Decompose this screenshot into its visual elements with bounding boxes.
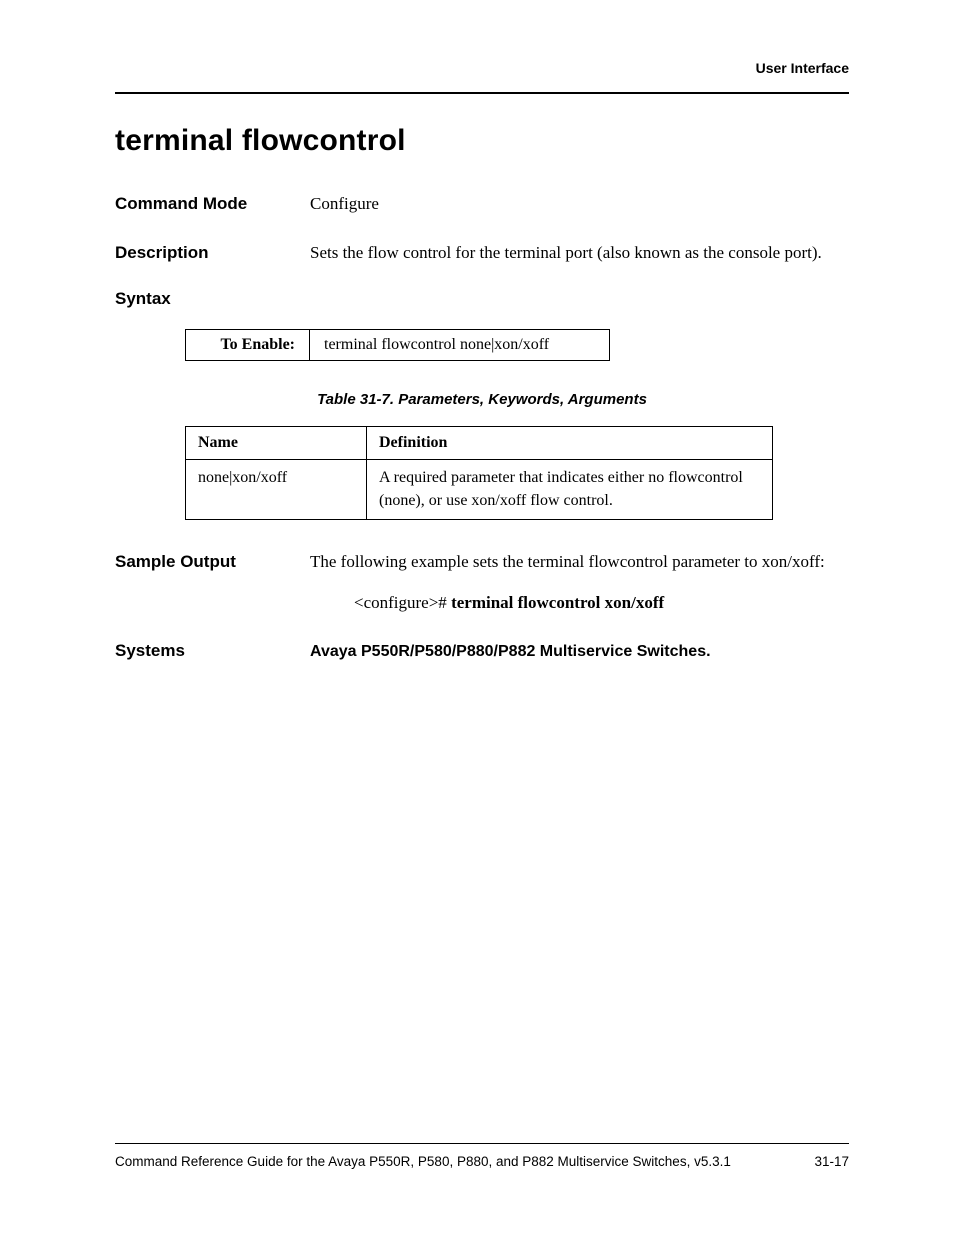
sample-output-cmd: <configure># terminal flowcontrol xon/xo… [354, 591, 849, 616]
systems-label: Systems [115, 641, 310, 661]
description-row: Description Sets the flow control for th… [115, 241, 849, 266]
sample-output-row: Sample Output The following example sets… [115, 550, 849, 615]
command-mode-value: Configure [310, 192, 849, 217]
document-page: User Interface terminal flowcontrol Comm… [0, 0, 954, 1235]
description-label: Description [115, 243, 310, 263]
syntax-table: To Enable: terminal flowcontrol none|xon… [185, 329, 610, 361]
params-table-caption: Table 31-7. Parameters, Keywords, Argume… [115, 391, 849, 408]
table-row: none|xon/xoff A required parameter that … [186, 460, 773, 520]
syntax-label: Syntax [115, 289, 849, 309]
sample-output-intro: The following example sets the terminal … [310, 552, 825, 571]
sample-output-content: The following example sets the terminal … [310, 550, 849, 615]
syntax-enable-label: To Enable: [186, 330, 310, 361]
systems-value: Avaya P550R/P580/P880/P882 Multiservice … [310, 639, 849, 664]
param-definition: A required parameter that indicates eith… [367, 460, 773, 520]
page-title: terminal flowcontrol [115, 124, 849, 158]
syntax-enable-cmd: terminal flowcontrol none|xon/xoff [310, 330, 610, 361]
command-mode-label: Command Mode [115, 194, 310, 214]
footer-left: Command Reference Guide for the Avaya P5… [115, 1154, 731, 1169]
page-footer: Command Reference Guide for the Avaya P5… [115, 1143, 849, 1169]
param-name: none|xon/xoff [186, 460, 367, 520]
description-value: Sets the flow control for the terminal p… [310, 241, 849, 266]
systems-row: Systems Avaya P550R/P580/P880/P882 Multi… [115, 639, 849, 664]
systems-value-text: Avaya P550R/P580/P880/P882 Multiservice … [310, 643, 711, 660]
footer-right: 31-17 [814, 1154, 849, 1169]
col-definition-header: Definition [367, 427, 773, 460]
running-head-text: User Interface [756, 60, 849, 76]
running-head: User Interface [115, 60, 849, 94]
command-mode-row: Command Mode Configure [115, 192, 849, 217]
syntax-row: To Enable: terminal flowcontrol none|xon… [186, 330, 610, 361]
sample-cmd-bold: terminal flowcontrol xon/xoff [451, 593, 664, 612]
table-header-row: Name Definition [186, 427, 773, 460]
sample-output-label: Sample Output [115, 552, 310, 572]
sample-prompt: <configure># [354, 593, 451, 612]
params-table: Name Definition none|xon/xoff A required… [185, 426, 773, 520]
col-name-header: Name [186, 427, 367, 460]
